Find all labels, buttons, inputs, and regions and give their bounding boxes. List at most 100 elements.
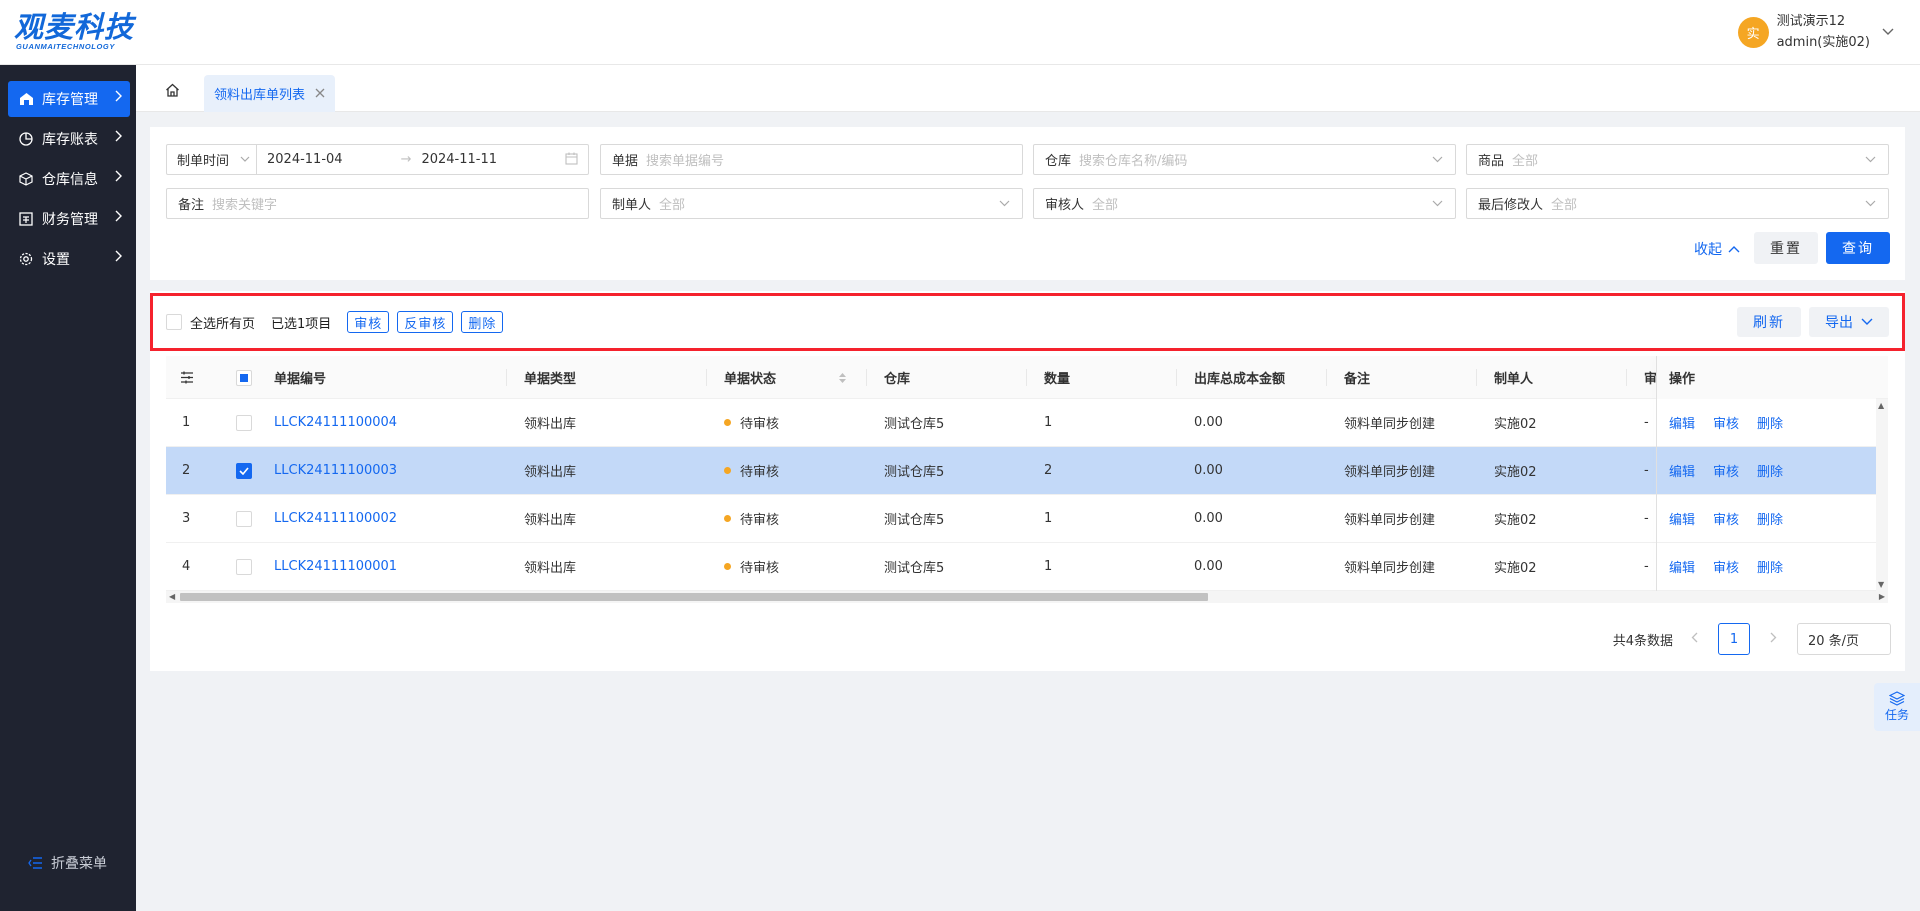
user-menu[interactable]: 实 测试演示12 admin(实施02) bbox=[1737, 12, 1894, 52]
batch-unaudit-button[interactable]: 反审核 bbox=[397, 311, 454, 333]
product-label: 商品 bbox=[1478, 154, 1505, 169]
chevron-right-icon bbox=[115, 170, 122, 186]
creator-cell: 实施02 bbox=[1494, 561, 1537, 576]
doc-no-link[interactable]: LLCK24111100001 bbox=[274, 543, 397, 590]
remark-cell: 领料单同步创建 bbox=[1344, 417, 1436, 432]
scroll-down-icon[interactable]: ▼ bbox=[1878, 580, 1884, 589]
auditor-cell: - bbox=[1644, 511, 1649, 526]
doc-no-link[interactable]: LLCK24111100004 bbox=[274, 399, 397, 446]
collapse-menu-button[interactable]: 折叠菜单 bbox=[28, 853, 107, 873]
column-settings-icon[interactable] bbox=[180, 356, 194, 399]
table-row[interactable]: 1 LLCK24111100004 领料出库 待审核 测试仓库5 1 0.00 … bbox=[166, 399, 1888, 447]
sidebar: 库存管理 库存账表 仓库信息 财务管理 设置 折叠菜单 bbox=[0, 65, 136, 911]
page-number-1[interactable]: 1 bbox=[1718, 623, 1750, 655]
audit-link[interactable]: 审核 bbox=[1713, 557, 1739, 576]
task-label: 任务 bbox=[1884, 708, 1909, 722]
row-checkbox[interactable] bbox=[236, 543, 252, 590]
row-checkbox[interactable] bbox=[236, 399, 252, 446]
audit-link[interactable]: 审核 bbox=[1713, 509, 1739, 528]
sidebar-item-finance[interactable]: 财务管理 bbox=[8, 201, 130, 237]
page-size-select[interactable]: 20 条/页 bbox=[1797, 623, 1891, 655]
chevron-right-icon bbox=[115, 210, 122, 226]
table-row[interactable]: 4 LLCK24111100001 领料出库 待审核 测试仓库5 1 0.00 … bbox=[166, 543, 1888, 591]
header-checkbox[interactable] bbox=[236, 356, 252, 399]
product-select[interactable]: 商品 全部 bbox=[1466, 144, 1889, 175]
date-start-input[interactable]: 2024-11-04 bbox=[267, 152, 343, 167]
auditor-cell: - bbox=[1644, 559, 1649, 574]
auditor-cell: - bbox=[1644, 415, 1649, 430]
remark-field[interactable]: 备注 搜索关键字 bbox=[166, 188, 589, 219]
avatar: 实 bbox=[1737, 16, 1769, 48]
table-row[interactable]: 2 LLCK24111100003 领料出库 待审核 测试仓库5 2 0.00 … bbox=[166, 447, 1888, 495]
doc-no-link[interactable]: LLCK24111100002 bbox=[274, 495, 397, 542]
audit-link[interactable]: 审核 bbox=[1713, 461, 1739, 480]
row-checkbox[interactable] bbox=[236, 447, 252, 494]
refresh-button[interactable]: 刷新 bbox=[1737, 307, 1801, 337]
status-cell: 待审核 bbox=[724, 399, 779, 446]
scroll-right-icon[interactable]: ▶ bbox=[1879, 592, 1885, 601]
edit-link[interactable]: 编辑 bbox=[1669, 509, 1695, 528]
creator-select[interactable]: 制单人 全部 bbox=[600, 188, 1023, 219]
select-all-pages-checkbox[interactable] bbox=[166, 314, 182, 330]
delete-link[interactable]: 删除 bbox=[1757, 461, 1783, 480]
table-row[interactable]: 3 LLCK24111100002 领料出库 待审核 测试仓库5 1 0.00 … bbox=[166, 495, 1888, 543]
remark-cell: 领料单同步创建 bbox=[1344, 561, 1436, 576]
modifier-label: 最后修改人 bbox=[1478, 198, 1544, 213]
doc-type-cell: 领料出库 bbox=[524, 465, 577, 480]
reset-button[interactable]: 重置 bbox=[1754, 232, 1818, 264]
audit-link[interactable]: 审核 bbox=[1713, 413, 1739, 432]
doc-no-input[interactable]: 搜索单据编号 bbox=[646, 150, 724, 169]
cube-icon bbox=[18, 171, 34, 187]
sidebar-item-inventory-ledger[interactable]: 库存账表 bbox=[8, 121, 130, 157]
horizontal-scroll-thumb[interactable] bbox=[180, 593, 1208, 601]
sidebar-item-inventory-management[interactable]: 库存管理 bbox=[8, 81, 130, 117]
row-checkbox[interactable] bbox=[236, 495, 252, 542]
fixed-column-shadow bbox=[1656, 356, 1657, 591]
next-page-icon[interactable] bbox=[1770, 631, 1777, 647]
sidebar-item-settings[interactable]: 设置 bbox=[8, 241, 130, 277]
batch-delete-button[interactable]: 删除 bbox=[461, 311, 504, 333]
chevron-down-icon[interactable] bbox=[1882, 24, 1894, 40]
remark-cell: 领料单同步创建 bbox=[1344, 465, 1436, 480]
scroll-left-icon[interactable]: ◀ bbox=[169, 592, 175, 601]
export-label: 导出 bbox=[1825, 315, 1853, 331]
collapse-filter-link[interactable]: 收起 bbox=[1694, 239, 1740, 259]
close-icon[interactable] bbox=[315, 86, 325, 102]
batch-audit-button[interactable]: 审核 bbox=[347, 311, 390, 333]
delete-link[interactable]: 删除 bbox=[1757, 509, 1783, 528]
calendar-icon[interactable] bbox=[565, 152, 578, 169]
sidebar-item-label: 仓库信息 bbox=[42, 172, 98, 188]
remark-input[interactable]: 搜索关键字 bbox=[212, 194, 277, 213]
edit-link[interactable]: 编辑 bbox=[1669, 413, 1695, 432]
status-dot bbox=[724, 467, 731, 474]
query-button[interactable]: 查询 bbox=[1826, 232, 1890, 264]
warehouse-cell: 测试仓库5 bbox=[884, 513, 945, 528]
cost-cell: 0.00 bbox=[1194, 511, 1223, 526]
modifier-select[interactable]: 最后修改人 全部 bbox=[1466, 188, 1889, 219]
tab-material-outbound-list[interactable]: 领料出库单列表 bbox=[204, 75, 336, 112]
edit-link[interactable]: 编辑 bbox=[1669, 557, 1695, 576]
delete-link[interactable]: 删除 bbox=[1757, 413, 1783, 432]
tab-home[interactable] bbox=[156, 75, 188, 105]
delete-link[interactable]: 删除 bbox=[1757, 557, 1783, 576]
date-end-input[interactable]: 2024-11-11 bbox=[421, 152, 497, 167]
date-type-select[interactable]: 制单时间 bbox=[167, 145, 257, 174]
task-float-button[interactable]: 任务 bbox=[1874, 683, 1920, 731]
auditor-select[interactable]: 审核人 全部 bbox=[1033, 188, 1456, 219]
scroll-up-icon[interactable]: ▲ bbox=[1878, 401, 1884, 410]
edit-link[interactable]: 编辑 bbox=[1669, 461, 1695, 480]
company-logo[interactable]: 观麦科技 GUANMAITECHNOLOGY bbox=[14, 12, 144, 52]
vertical-scrollbar[interactable]: ▲ ▼ bbox=[1876, 399, 1888, 591]
chevron-down-icon bbox=[1861, 318, 1873, 325]
doc-no-field[interactable]: 单据 搜索单据编号 bbox=[600, 144, 1023, 175]
sort-icon[interactable] bbox=[838, 356, 847, 399]
batch-toolbar: 全选所有页 已选1项目 审核 反审核 删除 刷新 导出 bbox=[150, 293, 1905, 351]
prev-page-icon[interactable] bbox=[1691, 631, 1698, 647]
export-button[interactable]: 导出 bbox=[1809, 307, 1889, 337]
doc-no-link[interactable]: LLCK24111100003 bbox=[274, 447, 397, 494]
warehouse-select[interactable]: 仓库 搜索仓库名称/编码 bbox=[1033, 144, 1456, 175]
warehouse-input[interactable]: 搜索仓库名称/编码 bbox=[1079, 150, 1187, 169]
horizontal-scrollbar[interactable]: ◀ ▶ bbox=[166, 591, 1888, 603]
sidebar-item-warehouse-info[interactable]: 仓库信息 bbox=[8, 161, 130, 197]
status-text: 待审核 bbox=[740, 417, 780, 432]
